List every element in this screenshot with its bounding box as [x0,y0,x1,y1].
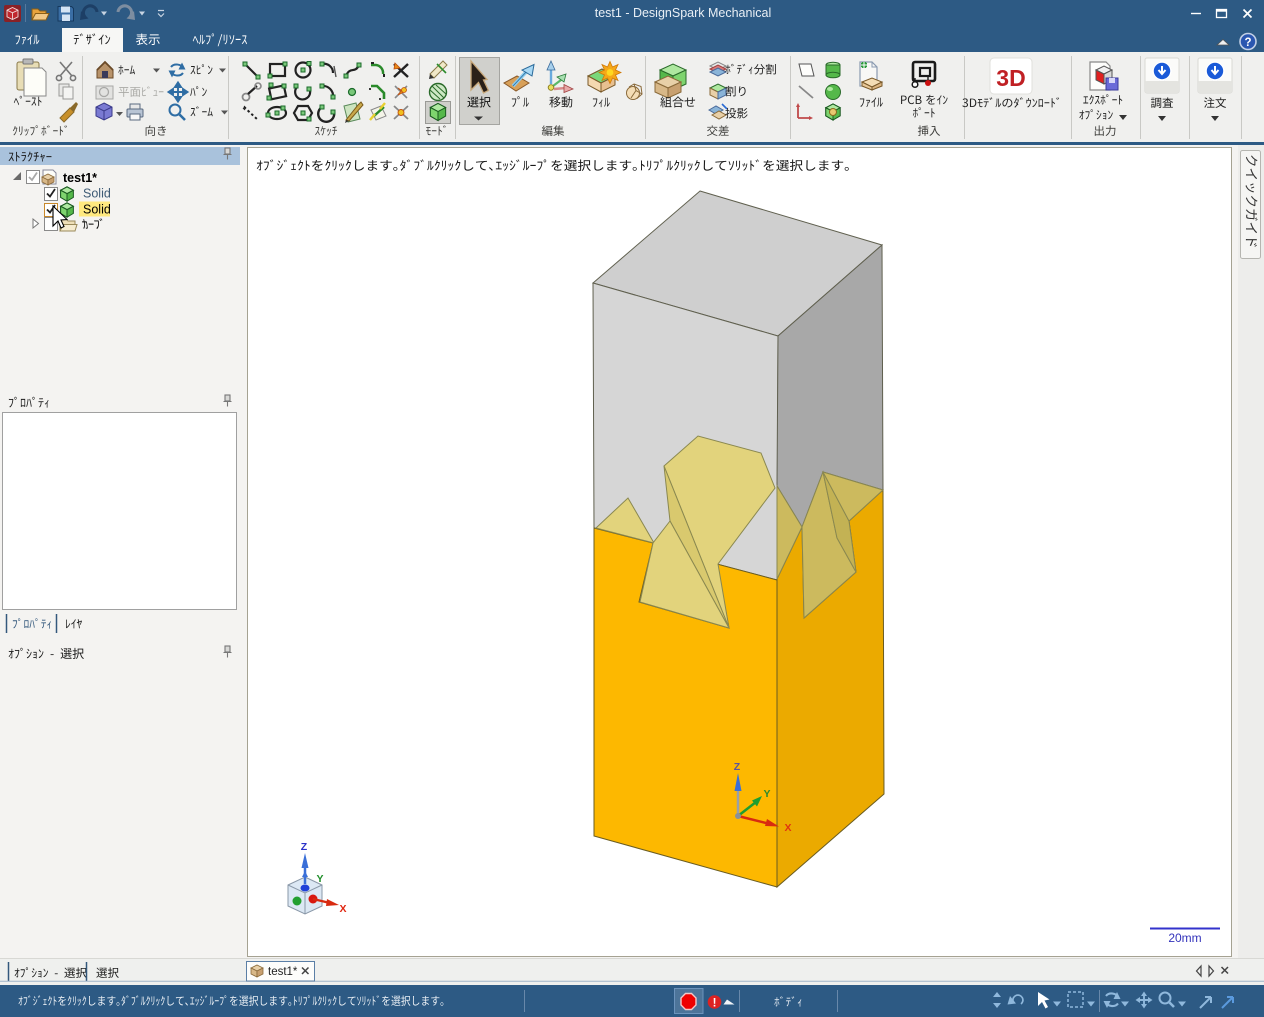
svg-text:test1*: test1* [268,966,298,978]
svg-text:20mm: 20mm [1168,931,1201,945]
svg-text:Z: Z [301,841,308,853]
svg-text:test1*: test1* [63,171,97,185]
svg-text:Solid: Solid [83,187,111,201]
svg-text:Solid: Solid [83,203,111,217]
svg-text:3D: 3D [996,65,1025,91]
svg-text:Y: Y [763,788,770,800]
svg-text:Z: Z [734,761,741,773]
svg-text:?: ? [1244,37,1251,49]
svg-text:!: ! [713,998,717,1010]
svg-text:test1 - DesignSpark Mechanical: test1 - DesignSpark Mechanical [595,6,771,20]
svg-text:X: X [784,822,791,834]
svg-text:Y: Y [316,873,323,885]
svg-text:X: X [339,903,346,915]
